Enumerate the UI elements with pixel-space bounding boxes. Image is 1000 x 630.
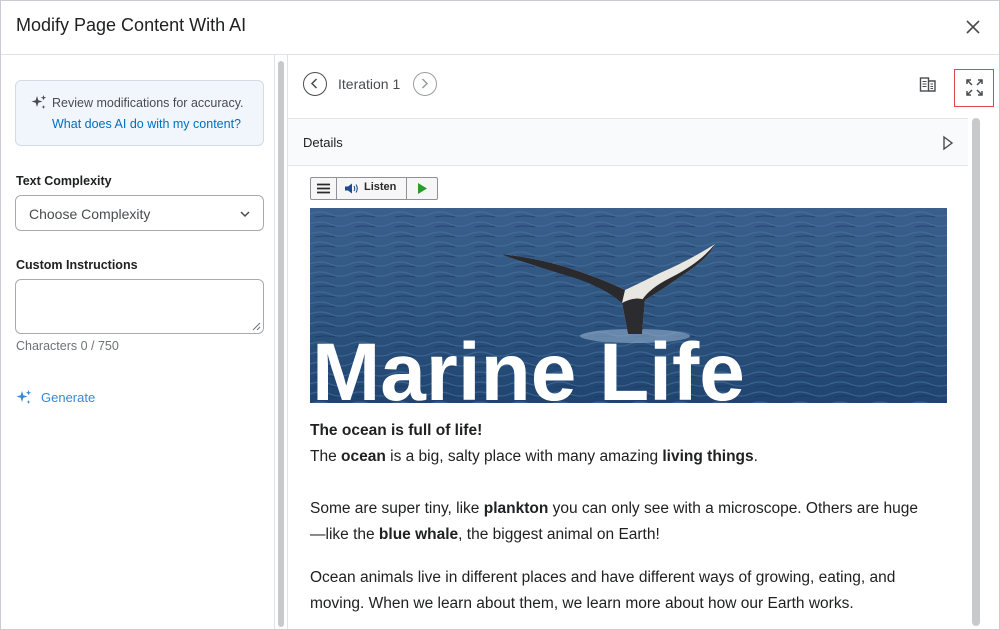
- chevron-down-icon: [240, 211, 250, 218]
- hero-banner: Marine Life: [310, 208, 947, 403]
- dialog-title: Modify Page Content With AI: [16, 15, 247, 35]
- page-preview: Listen Marine Life The ocean is full of …: [288, 166, 968, 629]
- triangle-right-icon[interactable]: [942, 135, 954, 151]
- sparkle-icon: [16, 390, 32, 404]
- read-aloud-toolbar: Listen: [310, 177, 438, 200]
- listen-label: Listen: [364, 181, 397, 193]
- hero-title: Marine Life: [312, 327, 745, 403]
- custom-instructions-label: Custom Instructions: [16, 258, 138, 272]
- fullscreen-button[interactable]: [954, 69, 994, 107]
- p3-line-2: moving. When we learn about them, we lea…: [310, 595, 854, 612]
- whale-tail-image: Marine Life: [310, 208, 947, 403]
- arrow-right-icon: [421, 78, 429, 89]
- preview-panel: Iteration 1 Details Listen Marine Life T…: [288, 55, 999, 629]
- p1-text-a: The: [310, 448, 342, 465]
- dialog-header: Modify Page Content With AI: [1, 1, 999, 55]
- p2-text-d: —like the: [310, 526, 379, 543]
- modify-page-dialog: Modify Page Content With AI Review modif…: [0, 0, 1000, 630]
- ai-notice: Review modifications for accuracy. What …: [15, 80, 264, 146]
- hamburger-menu-icon: [317, 183, 330, 194]
- next-iteration-button[interactable]: [413, 72, 437, 96]
- p3-line-1: Ocean animals live in different places a…: [310, 569, 896, 586]
- p1-bold-ocean: ocean: [341, 448, 386, 465]
- resize-grip-icon[interactable]: [252, 322, 261, 331]
- speaker-icon: [345, 183, 358, 194]
- details-label: Details: [303, 135, 343, 150]
- generate-label: Generate: [41, 390, 96, 405]
- iteration-label: Iteration 1: [338, 76, 401, 92]
- close-icon: [966, 20, 980, 34]
- compare-document-icon[interactable]: [918, 75, 938, 95]
- p2-text-c: you can only see with a microscope. Othe…: [548, 500, 918, 517]
- paragraph-3: Ocean animals live in different places a…: [310, 565, 950, 617]
- character-count: Characters 0 / 750: [16, 339, 119, 353]
- ai-info-link[interactable]: What does AI do with my content?: [52, 117, 241, 131]
- play-icon: [418, 183, 427, 194]
- paragraph-1-heading: The ocean is full of life!: [310, 422, 483, 439]
- p1-text-e: .: [753, 448, 758, 465]
- settings-panel: Review modifications for accuracy. What …: [1, 55, 274, 629]
- p1-text-c: is a big, salty place with many amazing: [385, 448, 663, 465]
- p1-bold-living-things: living things: [662, 448, 754, 465]
- text-complexity-label: Text Complexity: [16, 174, 112, 188]
- read-aloud-menu-button[interactable]: [311, 178, 337, 199]
- arrow-left-icon: [310, 78, 318, 89]
- ai-notice-text: Review modifications for accuracy.: [52, 96, 244, 110]
- close-button[interactable]: [961, 15, 985, 39]
- complexity-select[interactable]: Choose Complexity: [15, 195, 264, 231]
- p2-text-f: , the biggest animal on Earth!: [458, 526, 660, 543]
- complexity-select-value: Choose Complexity: [29, 206, 151, 222]
- panel-splitter[interactable]: [274, 55, 288, 629]
- paragraph-1: The ocean is full of life! The ocean is …: [310, 418, 950, 470]
- play-button[interactable]: [408, 178, 437, 199]
- listen-button[interactable]: Listen: [338, 178, 407, 199]
- custom-instructions-field[interactable]: [15, 279, 264, 334]
- previous-iteration-button[interactable]: [303, 72, 327, 96]
- content-scrollbar-track[interactable]: [970, 118, 984, 629]
- fullscreen-expand-icon: [966, 79, 983, 96]
- details-bar[interactable]: Details: [288, 118, 968, 166]
- left-panel-scrollbar[interactable]: [278, 61, 284, 627]
- p2-bold-blue-whale: blue whale: [378, 526, 459, 543]
- sparkle-icon: [31, 95, 47, 109]
- content-scrollbar-thumb[interactable]: [972, 118, 980, 626]
- paragraph-2: Some are super tiny, like plankton you c…: [310, 496, 950, 548]
- p2-bold-plankton: plankton: [483, 500, 549, 517]
- p2-text-a: Some are super tiny, like: [310, 500, 484, 517]
